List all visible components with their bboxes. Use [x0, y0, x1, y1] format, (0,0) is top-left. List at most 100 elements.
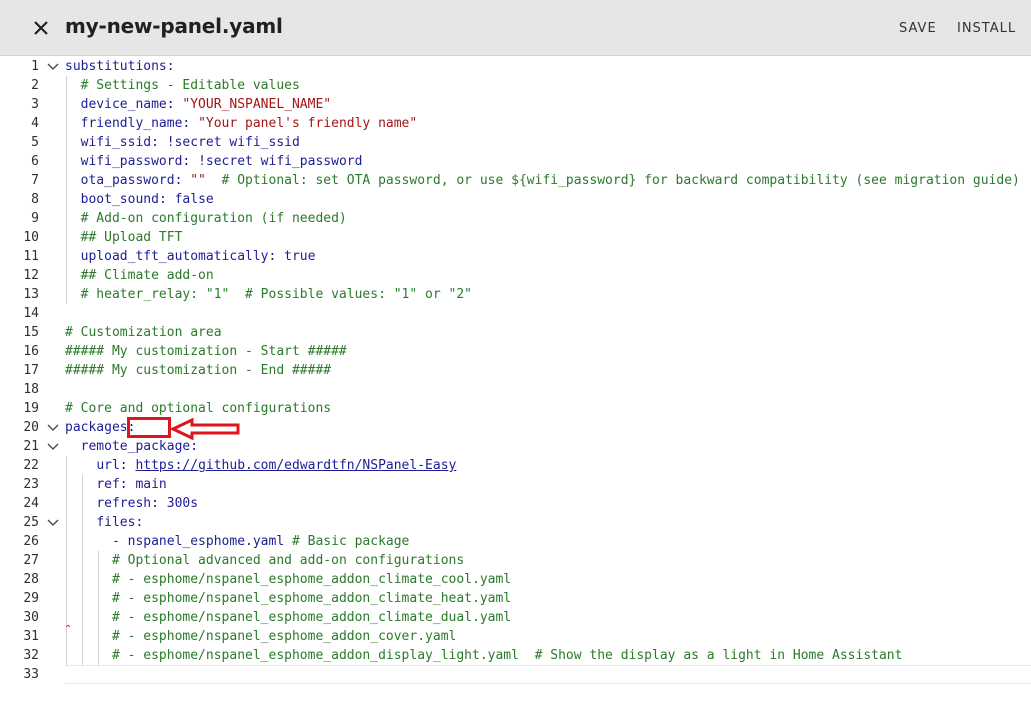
code-text: url: https://github.com/edwardtfn/NSPane… — [96, 458, 457, 473]
line-number: 21 — [23, 439, 39, 454]
code-text: # Optional advanced and add-on configura… — [111, 553, 465, 568]
code-text: # - esphome/nspanel_esphome_addon_displa… — [111, 648, 903, 663]
code-line[interactable]: 21 remote_package: — [0, 437, 1031, 456]
code-text: device_name: "YOUR_NSPANEL_NAME" — [80, 97, 332, 112]
line-number: 9 — [31, 211, 39, 226]
line-number: 26 — [23, 534, 39, 549]
line-number: 16 — [23, 344, 39, 359]
line-number: 8 — [31, 192, 39, 207]
code-line[interactable]: 7 ota_password: "" # Optional: set OTA p… — [0, 171, 1031, 190]
close-button[interactable] — [26, 13, 56, 43]
line-number: 7 — [31, 173, 39, 188]
line-number: 3 — [31, 97, 39, 112]
line-number: 29 — [23, 591, 39, 606]
line-number: 25 — [23, 515, 39, 530]
code-line[interactable]: 28 # - esphome/nspanel_esphome_addon_cli… — [0, 570, 1031, 589]
code-line[interactable]: 12 ## Climate add-on — [0, 266, 1031, 285]
code-line[interactable]: 24 refresh: 300s — [0, 494, 1031, 513]
code-line[interactable]: 32 # - esphome/nspanel_esphome_addon_dis… — [0, 646, 1031, 665]
code-text: substitutions: — [65, 59, 175, 74]
code-text: # Settings - Editable values — [80, 78, 300, 93]
line-number: 17 — [23, 363, 39, 378]
code-line[interactable]: 27 # Optional advanced and add-on config… — [0, 551, 1031, 570]
code-line[interactable]: 19 # Core and optional configurations — [0, 399, 1031, 418]
line-number: 19 — [23, 401, 39, 416]
code-text: boot_sound: false — [80, 192, 214, 207]
code-line[interactable]: 23 ref: main — [0, 475, 1031, 494]
line-number: 15 — [23, 325, 39, 340]
line-number: 5 — [31, 135, 39, 150]
line-number: 23 — [23, 477, 39, 492]
line-number: 10 — [23, 230, 39, 245]
code-line[interactable]: 30 # - esphome/nspanel_esphome_addon_cli… — [0, 608, 1031, 627]
code-line[interactable]: 10 ## Upload TFT — [0, 228, 1031, 247]
annotation-highlight-box — [127, 417, 171, 438]
fold-chevron-icon[interactable] — [46, 418, 60, 437]
line-number: 6 — [31, 154, 39, 169]
code-line[interactable]: 1 substitutions: — [0, 57, 1031, 76]
code-text: ##### My customization - End ##### — [65, 363, 332, 378]
line-number: 30 — [23, 610, 39, 625]
code-text: wifi_ssid: !secret wifi_ssid — [80, 135, 300, 150]
code-text: # - esphome/nspanel_esphome_addon_cover.… — [111, 629, 457, 644]
code-line[interactable]: 3 device_name: "YOUR_NSPANEL_NAME" — [0, 95, 1031, 114]
close-icon — [34, 21, 48, 35]
code-text: # Core and optional configurations — [65, 401, 332, 416]
line-number: 13 — [23, 287, 39, 302]
line-number: 14 — [23, 306, 39, 321]
code-text: files: — [96, 515, 144, 530]
fold-chevron-icon[interactable] — [46, 437, 60, 456]
code-line[interactable]: 2 # Settings - Editable values — [0, 76, 1031, 95]
code-text: refresh: 300s — [96, 496, 199, 511]
code-line[interactable]: 6 wifi_password: !secret wifi_password — [0, 152, 1031, 171]
code-text: upload_tft_automatically: true — [80, 249, 316, 264]
code-line[interactable]: 25 files: — [0, 513, 1031, 532]
code-text: friendly_name: "Your panel's friendly na… — [80, 116, 418, 131]
code-line[interactable]: 8 boot_sound: false — [0, 190, 1031, 209]
code-editor[interactable]: 1 substitutions: 2 # Settings - Editable v… — [0, 57, 1031, 706]
code-text: ##### My customization - Start ##### — [65, 344, 347, 359]
line-number: 18 — [23, 382, 39, 397]
code-line[interactable]: 4 friendly_name: "Your panel's friendly … — [0, 114, 1031, 133]
annotation-arrow-icon — [170, 418, 240, 440]
code-text: ## Upload TFT — [80, 230, 183, 245]
code-text: # - esphome/nspanel_esphome_addon_climat… — [111, 610, 512, 625]
code-line[interactable]: 31 # - esphome/nspanel_esphome_addon_cov… — [0, 627, 1031, 646]
fold-chevron-icon[interactable] — [46, 57, 60, 76]
code-text: - nspanel_esphome.yaml # Basic package — [111, 534, 410, 549]
line-number: 20 — [23, 420, 39, 435]
file-title: my-new-panel.yaml — [65, 14, 283, 38]
code-line[interactable]: 15 # Customization area — [0, 323, 1031, 342]
line-number: 1 — [31, 59, 39, 74]
line-number: 33 — [23, 667, 39, 682]
code-text: # heater_relay: "1" # Possible values: "… — [80, 287, 472, 302]
save-button[interactable]: SAVE — [899, 21, 937, 36]
code-line[interactable]: 9 # Add-on configuration (if needed) — [0, 209, 1031, 228]
line-number: 2 — [31, 78, 39, 93]
fold-chevron-icon[interactable] — [46, 513, 60, 532]
code-line[interactable]: 13 # heater_relay: "1" # Possible values… — [0, 285, 1031, 304]
line-number: 11 — [23, 249, 39, 264]
code-text: # - esphome/nspanel_esphome_addon_climat… — [111, 591, 512, 606]
install-button[interactable]: INSTALL — [957, 21, 1016, 36]
code-line[interactable]: 14 — [0, 304, 1031, 323]
code-text: ref: main — [96, 477, 167, 492]
code-text: wifi_password: !secret wifi_password — [80, 154, 363, 169]
code-line[interactable]: 11 upload_tft_automatically: true — [0, 247, 1031, 266]
code-line[interactable]: 16 ##### My customization - Start ##### — [0, 342, 1031, 361]
code-line[interactable]: 33 — [0, 665, 1031, 684]
code-line[interactable]: 18 — [0, 380, 1031, 399]
code-line[interactable]: 29 # - esphome/nspanel_esphome_addon_cli… — [0, 589, 1031, 608]
line-number: 31 — [23, 629, 39, 644]
line-number: 4 — [31, 116, 39, 131]
line-number: 24 — [23, 496, 39, 511]
code-text: ## Climate add-on — [80, 268, 214, 283]
code-text: ota_password: "" # Optional: set OTA pas… — [80, 173, 1020, 188]
code-line[interactable]: 26 - nspanel_esphome.yaml # Basic packag… — [0, 532, 1031, 551]
line-number: 27 — [23, 553, 39, 568]
code-line[interactable]: 22 url: https://github.com/edwardtfn/NSP… — [0, 456, 1031, 475]
code-line[interactable]: 17 ##### My customization - End ##### — [0, 361, 1031, 380]
line-number: 32 — [23, 648, 39, 663]
line-number: 22 — [23, 458, 39, 473]
code-line[interactable]: 5 wifi_ssid: !secret wifi_ssid — [0, 133, 1031, 152]
